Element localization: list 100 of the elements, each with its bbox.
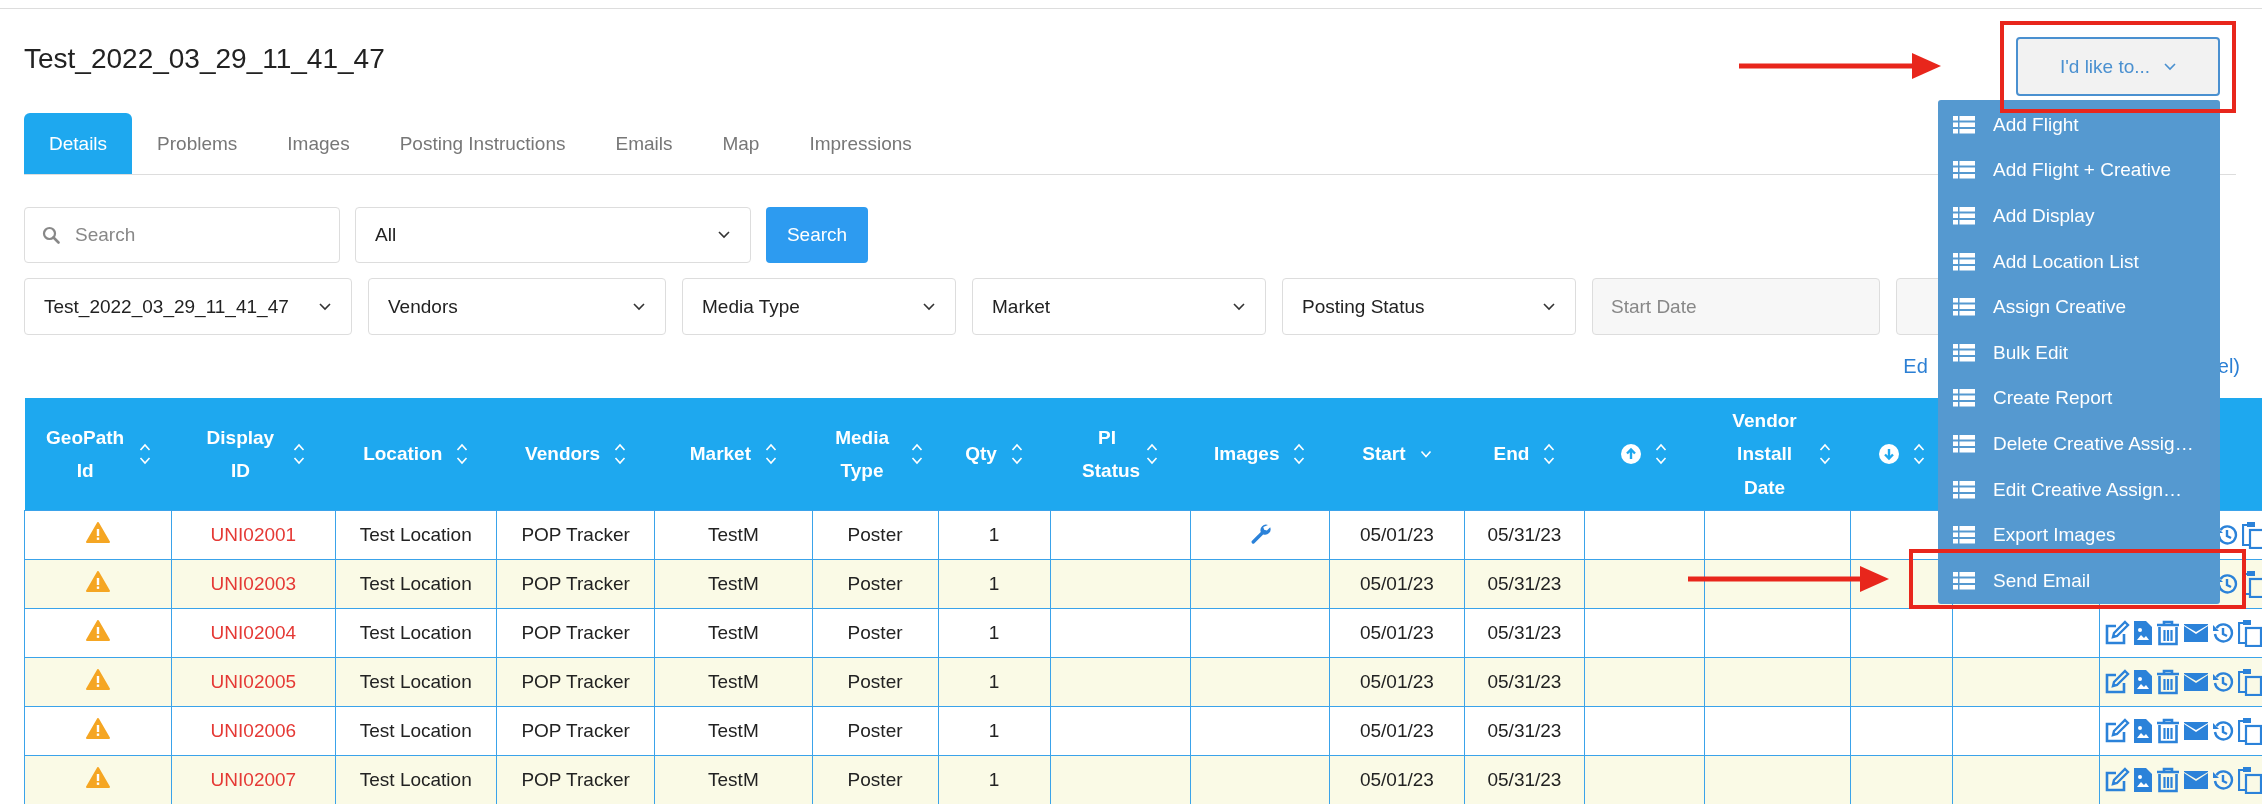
start-date-cell: 05/01/23 bbox=[1329, 559, 1465, 609]
start-date-cell: 05/01/23 bbox=[1329, 608, 1465, 658]
vendor-cell: POP Tracker bbox=[496, 755, 655, 804]
tab[interactable]: Emails bbox=[590, 113, 698, 174]
display-id-link[interactable]: UNI02004 bbox=[171, 608, 336, 658]
date-field[interactable]: Start Date bbox=[1592, 278, 1880, 335]
menu-item-label: Create Report bbox=[1993, 387, 2113, 410]
vendor-cell: POP Tracker bbox=[496, 706, 655, 756]
menu-item-label: Add Flight + Creative bbox=[1993, 159, 2171, 182]
menu-item-label: Send Email bbox=[1993, 569, 2091, 592]
end-date-cell: 05/31/23 bbox=[1464, 706, 1585, 756]
media-type-cell: Poster bbox=[812, 608, 939, 658]
media-type-cell: Poster bbox=[812, 559, 939, 609]
location-cell: Test Location bbox=[335, 559, 497, 609]
media-type-cell: Poster bbox=[812, 706, 939, 756]
search-button[interactable]: Search bbox=[766, 207, 868, 263]
menu-item-label: Add Display bbox=[1993, 205, 2095, 227]
vendor-cell: POP Tracker bbox=[496, 657, 655, 707]
end-date-cell: 05/31/23 bbox=[1464, 657, 1585, 707]
media-type-cell: Poster bbox=[812, 510, 939, 560]
column-header[interactable]: PI Status bbox=[1050, 398, 1191, 511]
menu-item[interactable]: Edit Creative Assign… bbox=[1938, 466, 2220, 513]
menu-item[interactable]: Add Flight bbox=[1938, 102, 2220, 148]
tab[interactable]: Map bbox=[697, 113, 785, 174]
menu-item-label: Bulk Edit bbox=[1993, 341, 2068, 364]
column-header[interactable]: GeoPath Id bbox=[24, 398, 172, 511]
end-date-cell: 05/31/23 bbox=[1464, 755, 1585, 804]
menu-item-label: Delete Creative Assig… bbox=[1993, 432, 2194, 455]
column-header[interactable]: Qty bbox=[938, 398, 1050, 511]
end-date-cell: 05/31/23 bbox=[1464, 559, 1585, 609]
menu-item-label: Edit Creative Assign… bbox=[1993, 478, 2183, 501]
location-cell: Test Location bbox=[335, 755, 497, 804]
display-id-link[interactable]: UNI02003 bbox=[171, 559, 336, 609]
filter-select[interactable]: Media Type bbox=[682, 278, 956, 335]
start-date-cell: 05/01/23 bbox=[1329, 755, 1465, 804]
display-id-link[interactable]: UNI02007 bbox=[171, 755, 336, 804]
start-date-cell: 05/01/23 bbox=[1329, 706, 1465, 756]
tab[interactable]: Posting Instructions bbox=[374, 113, 591, 174]
qty-cell: 1 bbox=[938, 755, 1050, 804]
market-cell: TestM bbox=[654, 559, 813, 609]
market-cell: TestM bbox=[654, 608, 813, 658]
menu-item[interactable]: Create Report bbox=[1938, 375, 2220, 422]
qty-cell: 1 bbox=[938, 510, 1050, 560]
qty-cell: 1 bbox=[938, 706, 1050, 756]
display-id-link[interactable]: UNI02006 bbox=[171, 706, 336, 756]
media-type-cell: Poster bbox=[812, 657, 939, 707]
column-header[interactable]: Display ID bbox=[171, 398, 336, 511]
end-date-cell: 05/31/23 bbox=[1464, 510, 1585, 560]
filter-select[interactable]: Vendors bbox=[368, 278, 666, 335]
column-header[interactable]: Images bbox=[1190, 398, 1330, 511]
menu-item[interactable]: Export Images bbox=[1938, 512, 2220, 558]
tab[interactable]: Images bbox=[262, 113, 375, 174]
menu-item[interactable]: Delete Creative Assig… bbox=[1938, 421, 2220, 467]
search-field[interactable]: Search bbox=[24, 207, 340, 263]
link-text[interactable]: Ed bbox=[1903, 355, 1928, 378]
menu-item[interactable]: Add Display bbox=[1938, 193, 2220, 239]
menu-item[interactable]: Assign Creative bbox=[1938, 284, 2220, 330]
page-title: Test_2022_03_29_11_41_47 bbox=[24, 42, 385, 75]
qty-cell: 1 bbox=[938, 559, 1050, 609]
column-header[interactable]: Market bbox=[654, 398, 813, 511]
location-cell: Test Location bbox=[335, 657, 497, 707]
vendor-cell: POP Tracker bbox=[496, 608, 655, 658]
column-header[interactable]: Vendor Install Date bbox=[1704, 398, 1851, 511]
start-date-cell: 05/01/23 bbox=[1329, 510, 1465, 560]
market-cell: TestM bbox=[654, 706, 813, 756]
display-id-link[interactable]: UNI02001 bbox=[171, 510, 336, 560]
market-cell: TestM bbox=[654, 510, 813, 560]
scope-select[interactable]: All bbox=[355, 207, 751, 263]
qty-cell: 1 bbox=[938, 657, 1050, 707]
menu-item[interactable]: Bulk Edit bbox=[1938, 329, 2220, 376]
start-date-cell: 05/01/23 bbox=[1329, 657, 1465, 707]
vendor-cell: POP Tracker bbox=[496, 510, 655, 560]
qty-cell: 1 bbox=[938, 608, 1050, 658]
column-header[interactable]: End bbox=[1464, 398, 1585, 511]
menu-item[interactable]: Send Email bbox=[1938, 557, 2220, 604]
menu-item[interactable]: Add Location List bbox=[1938, 238, 2220, 285]
location-cell: Test Location bbox=[335, 706, 497, 756]
tab[interactable]: Impressions bbox=[784, 113, 937, 174]
filter-select[interactable]: Posting Status bbox=[1282, 278, 1576, 335]
market-cell: TestM bbox=[654, 755, 813, 804]
menu-item-label: Add Flight bbox=[1993, 113, 2079, 136]
tab[interactable]: Details bbox=[24, 113, 133, 174]
column-header[interactable]: Location bbox=[335, 398, 497, 511]
column-header[interactable]: Vendors bbox=[496, 398, 655, 511]
vendor-cell: POP Tracker bbox=[496, 559, 655, 609]
menu-item[interactable]: Add Flight + Creative bbox=[1938, 147, 2220, 194]
menu-item-label: Add Location List bbox=[1993, 250, 2139, 273]
location-cell: Test Location bbox=[335, 510, 497, 560]
location-cell: Test Location bbox=[335, 608, 497, 658]
tab[interactable]: Problems bbox=[132, 113, 263, 174]
filter-select[interactable]: Market bbox=[972, 278, 1266, 335]
media-type-cell: Poster bbox=[812, 755, 939, 804]
end-date-cell: 05/31/23 bbox=[1464, 608, 1585, 658]
display-id-link[interactable]: UNI02005 bbox=[171, 657, 336, 707]
column-header[interactable]: Media Type bbox=[812, 398, 939, 511]
filter-select[interactable]: Test_2022_03_29_11_41_47 bbox=[24, 278, 352, 335]
menu-item-label: Assign Creative bbox=[1993, 296, 2127, 319]
market-cell: TestM bbox=[654, 657, 813, 707]
column-header[interactable]: Start bbox=[1329, 398, 1465, 511]
actions-dropdown-button[interactable]: I'd like to... bbox=[2016, 37, 2220, 96]
